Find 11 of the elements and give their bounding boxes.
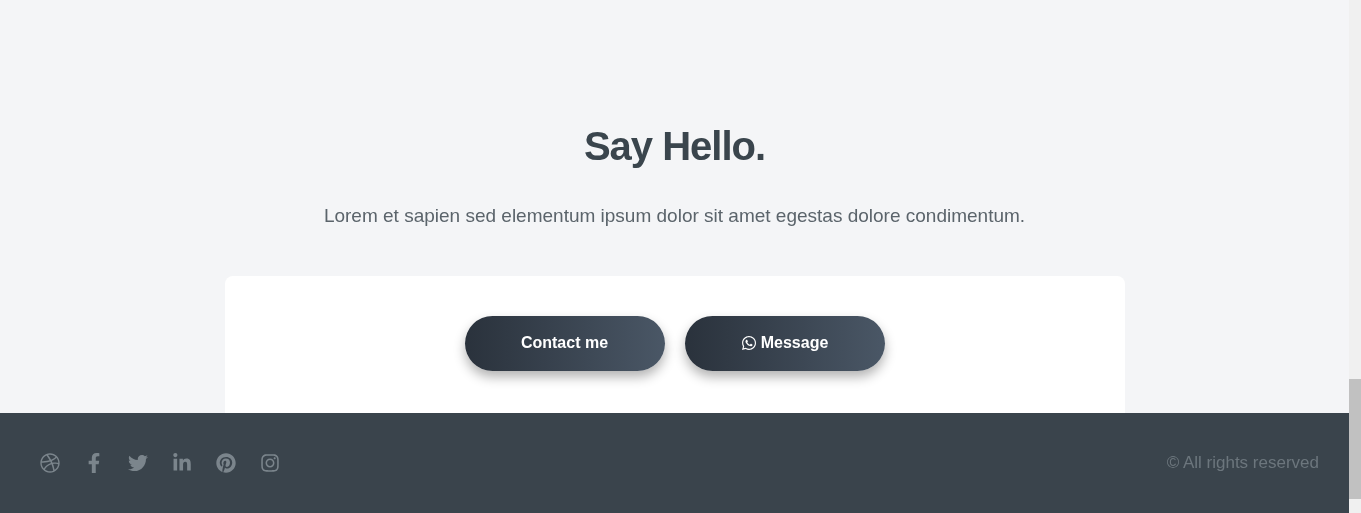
linkedin-icon[interactable] <box>172 453 192 473</box>
message-button[interactable]: Message <box>684 315 885 371</box>
section-heading: Say Hello. <box>583 123 766 170</box>
contact-button[interactable]: Contact me <box>464 315 665 371</box>
twitter-icon[interactable] <box>128 453 148 473</box>
whatsapp-icon <box>740 335 757 351</box>
dribbble-icon[interactable] <box>40 453 60 473</box>
intro-text: Lorem et sapien sed elementum ipsum dolor sit amet egestas dolore condimentum. <box>323 204 1026 228</box>
pinterest-icon[interactable] <box>216 453 236 473</box>
scrollbar[interactable] <box>1349 0 1361 513</box>
instagram-icon[interactable] <box>260 453 280 473</box>
